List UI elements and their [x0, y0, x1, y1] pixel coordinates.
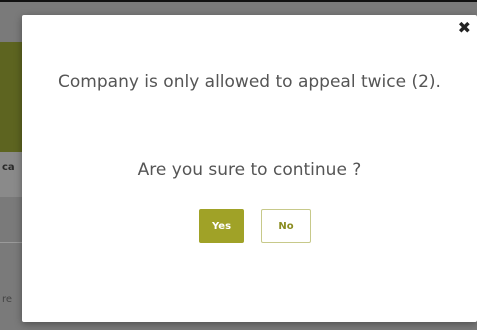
dialog-question: Are you sure to continue ?	[137, 160, 362, 180]
background-partial-label: re	[2, 294, 13, 305]
confirm-dialog: ✖ Company is only allowed to appeal twic…	[22, 15, 477, 322]
close-icon[interactable]: ✖	[458, 19, 471, 37]
background-partial-label: ca	[2, 162, 15, 173]
yes-button[interactable]: Yes	[199, 209, 244, 243]
no-button[interactable]: No	[261, 209, 311, 243]
dialog-message: Company is only allowed to appeal twice …	[58, 72, 441, 92]
